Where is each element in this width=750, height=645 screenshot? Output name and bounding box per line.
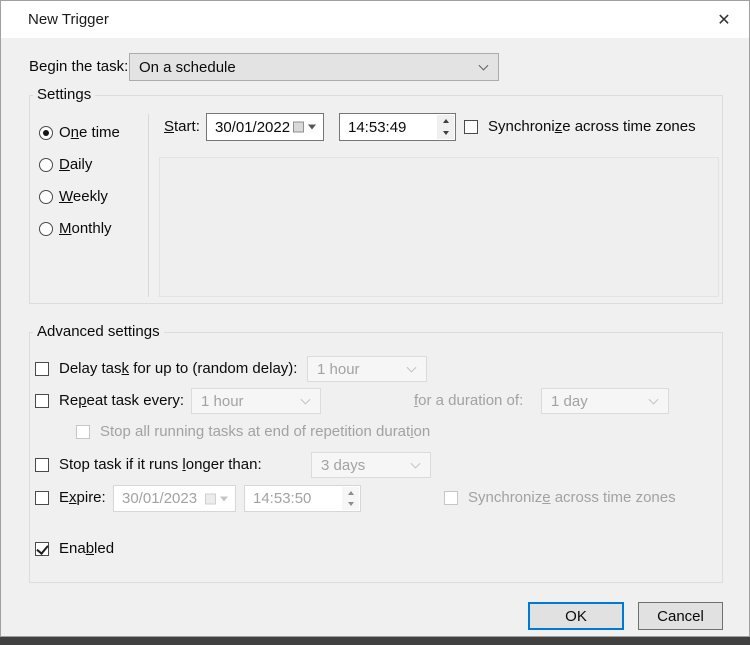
expire-sync-timezones-checkbox <box>444 491 458 505</box>
delay-task-label[interactable]: Delay task for up to (random delay): <box>59 360 297 377</box>
begin-task-value: On a schedule <box>139 58 236 76</box>
repeat-interval-select: 1 hour <box>191 388 321 414</box>
stop-task-checkbox[interactable] <box>35 458 49 472</box>
delay-duration-value: 1 hour <box>317 360 360 378</box>
background-window-edge <box>0 637 750 645</box>
expire-time-spinner <box>342 487 359 510</box>
start-date-input[interactable]: 30/01/2022 <box>206 113 324 141</box>
start-time-value: 14:53:49 <box>348 118 407 136</box>
advanced-settings-group-label: Advanced settings <box>33 323 164 340</box>
date-picker-icon <box>205 493 228 504</box>
repeat-task-label[interactable]: Repeat task every: <box>59 392 184 409</box>
sync-timezones-label[interactable]: Synchronize across time zones <box>488 118 696 135</box>
spinner-down-icon <box>342 499 359 511</box>
close-button[interactable]: ✕ <box>711 8 737 32</box>
titlebar: New Trigger <box>1 1 749 38</box>
date-picker-icon[interactable] <box>293 121 316 133</box>
radio-monthly[interactable] <box>39 222 53 236</box>
chevron-down-icon <box>406 362 417 373</box>
cancel-button[interactable]: Cancel <box>638 602 723 630</box>
start-time-spinner <box>437 115 454 139</box>
close-icon: ✕ <box>717 12 731 29</box>
radio-one-time[interactable] <box>39 126 53 140</box>
spinner-up-icon[interactable] <box>437 115 454 127</box>
expire-sync-timezones-label: Synchronize across time zones <box>468 489 676 506</box>
repeat-task-checkbox[interactable] <box>35 394 49 408</box>
expire-checkbox[interactable] <box>35 491 49 505</box>
begin-task-select[interactable]: On a schedule <box>129 53 499 81</box>
window-title: New Trigger <box>28 11 109 28</box>
stop-task-label[interactable]: Stop task if it runs longer than: <box>59 456 262 473</box>
start-label: Start: <box>164 118 200 135</box>
ok-button[interactable]: OK <box>528 602 624 630</box>
chevron-down-icon <box>478 60 489 71</box>
delay-duration-select: 1 hour <box>307 356 427 382</box>
chevron-down-icon <box>300 394 311 405</box>
radio-weekly[interactable] <box>39 190 53 204</box>
settings-separator <box>148 114 149 297</box>
chevron-down-icon <box>648 394 659 405</box>
sync-timezones-checkbox[interactable] <box>464 120 478 134</box>
radio-daily[interactable] <box>39 158 53 172</box>
expire-date-input: 30/01/2023 <box>113 485 236 512</box>
enabled-checkbox[interactable] <box>35 542 49 556</box>
settings-group-label: Settings <box>33 86 96 103</box>
expire-date-value: 30/01/2023 <box>122 490 198 507</box>
start-time-input[interactable]: 14:53:49 <box>339 113 456 141</box>
begin-task-label: Begin the task: <box>29 58 129 75</box>
radio-monthly-label[interactable]: Monthly <box>59 220 112 237</box>
duration-label: for a duration of: <box>414 392 524 409</box>
spinner-up-icon <box>342 487 359 499</box>
enabled-label[interactable]: Enabled <box>59 540 114 557</box>
delay-task-checkbox[interactable] <box>35 362 49 376</box>
chevron-down-icon <box>410 458 421 469</box>
stop-all-tasks-checkbox <box>76 425 90 439</box>
repeat-interval-value: 1 hour <box>201 392 244 410</box>
radio-weekly-label[interactable]: Weekly <box>59 188 108 205</box>
spinner-down-icon[interactable] <box>437 127 454 139</box>
start-date-value: 30/01/2022 <box>215 118 291 136</box>
duration-value: 1 day <box>551 392 588 410</box>
schedule-options-panel <box>159 157 719 297</box>
duration-select: 1 day <box>541 388 669 414</box>
radio-daily-label[interactable]: Daily <box>59 156 92 173</box>
radio-one-time-label[interactable]: One time <box>59 124 120 141</box>
expire-time-input: 14:53:50 <box>244 485 361 512</box>
stop-task-duration-select: 3 days <box>311 452 431 478</box>
stop-task-duration-value: 3 days <box>321 456 366 474</box>
expire-label[interactable]: Expire: <box>59 489 106 506</box>
new-trigger-dialog: New Trigger ✕ Begin the task: On a sched… <box>0 0 750 637</box>
stop-all-tasks-label: Stop all running tasks at end of repetit… <box>100 423 431 440</box>
expire-time-value: 14:53:50 <box>253 490 312 507</box>
